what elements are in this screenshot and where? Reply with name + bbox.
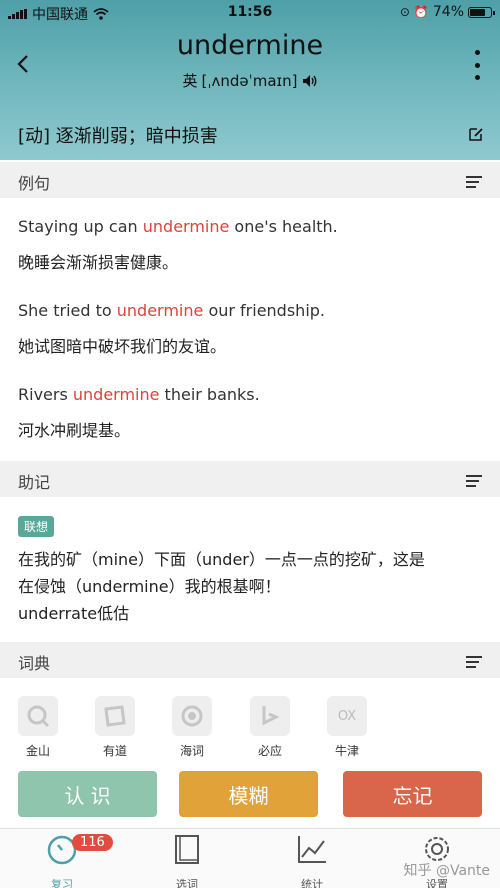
example-translation: 她试图暗中破坏我们的友谊。 <box>18 337 227 356</box>
dict-label: 必应 <box>257 744 282 758</box>
review-count-badge: 116 <box>72 834 113 851</box>
example-translation: 河水冲刷堤基。 <box>18 421 131 440</box>
header: 中国联通 11:56 ⊙ ⏰ 74% undermine 英 [ˌʌndəˈma… <box>0 0 500 160</box>
definition: [动] 逐渐削弱；暗中损害 <box>18 126 218 147</box>
phonetic-text: [ˌʌndəˈmaɪn] <box>201 71 298 90</box>
watermark: 知乎 @Vante <box>403 863 491 879</box>
lock-rotation-icon: ⊙ <box>399 5 410 19</box>
example-sentence: Staying up can undermine one's health. <box>18 217 338 236</box>
phonetic-row: 英 [ˌʌndəˈmaɪn] <box>0 70 500 91</box>
example-translation: 晚睡会渐渐损害健康。 <box>18 253 179 272</box>
alarm-icon: ⏰ <box>413 5 429 19</box>
dict-bing[interactable]: 必应 <box>245 696 295 759</box>
dictionary-list: 金山 有道 海词 必应 OX 牛津 <box>0 696 500 760</box>
dict-oxford[interactable]: OX 牛津 <box>322 696 372 759</box>
tab-statistics[interactable]: 统计 <box>282 833 342 888</box>
mnemonic-line: underrate低估 <box>18 604 130 623</box>
oxford-icon: OX <box>327 696 367 736</box>
tab-label: 统计 <box>301 878 323 888</box>
battery-percent: 74% <box>432 4 464 20</box>
chart-icon <box>298 836 326 863</box>
dict-label: 海词 <box>179 744 204 758</box>
examples-section-title: 例句 <box>18 174 51 193</box>
vague-button[interactable]: 模糊 <box>179 771 318 817</box>
dictionary-section-title: 词典 <box>18 654 51 673</box>
haici-icon <box>172 696 212 736</box>
highlighted-word: undermine <box>72 385 160 404</box>
dict-jinshan[interactable]: 金山 <box>13 696 63 759</box>
highlighted-word: undermine <box>142 217 230 236</box>
dict-label: 金山 <box>25 744 50 758</box>
status-bar: 中国联通 11:56 ⊙ ⏰ 74% <box>0 0 500 26</box>
more-menu-icon[interactable] <box>472 50 482 80</box>
tab-label: 复习 <box>51 878 73 888</box>
dict-label: 有道 <box>102 744 127 758</box>
tab-select-words[interactable]: 选词 <box>157 833 217 888</box>
tab-label: 选词 <box>176 878 198 888</box>
forget-button[interactable]: 忘记 <box>343 771 482 817</box>
mnemonic-section-header: 助记 <box>0 461 500 497</box>
edit-icon[interactable] <box>468 126 484 142</box>
examples-section-header: 例句 <box>0 162 500 198</box>
example-sentence: Rivers undermine their banks. <box>18 385 260 404</box>
youdao-icon <box>95 696 135 736</box>
dictionary-section-header: 词典 <box>0 642 500 678</box>
mnemonic-section-title: 助记 <box>18 473 51 492</box>
dict-haici[interactable]: 海词 <box>167 696 217 759</box>
mnemonic-line: 在侵蚀（undermine）我的根基啊！ <box>18 577 281 596</box>
battery-icon <box>468 6 495 18</box>
know-button[interactable]: 认 识 <box>18 771 157 817</box>
mnemonic-line: 在我的矿（mine）下面（under）一点一点的挖矿，这是 <box>18 550 425 569</box>
list-menu-icon[interactable] <box>466 656 482 671</box>
bing-icon <box>250 696 290 736</box>
speaker-icon[interactable] <box>302 74 318 88</box>
word-title: undermine <box>176 30 324 61</box>
phonetic-region: 英 <box>182 72 198 90</box>
list-menu-icon[interactable] <box>466 176 482 191</box>
example-sentence: She tried to undermine our friendship. <box>18 301 325 320</box>
highlighted-word: undermine <box>116 301 204 320</box>
jinshan-icon <box>18 696 58 736</box>
list-menu-icon[interactable] <box>466 475 482 490</box>
dict-youdao[interactable]: 有道 <box>90 696 140 759</box>
association-tag: 联想 <box>18 516 55 537</box>
dict-label: 牛津 <box>334 744 359 758</box>
book-icon <box>175 835 199 864</box>
